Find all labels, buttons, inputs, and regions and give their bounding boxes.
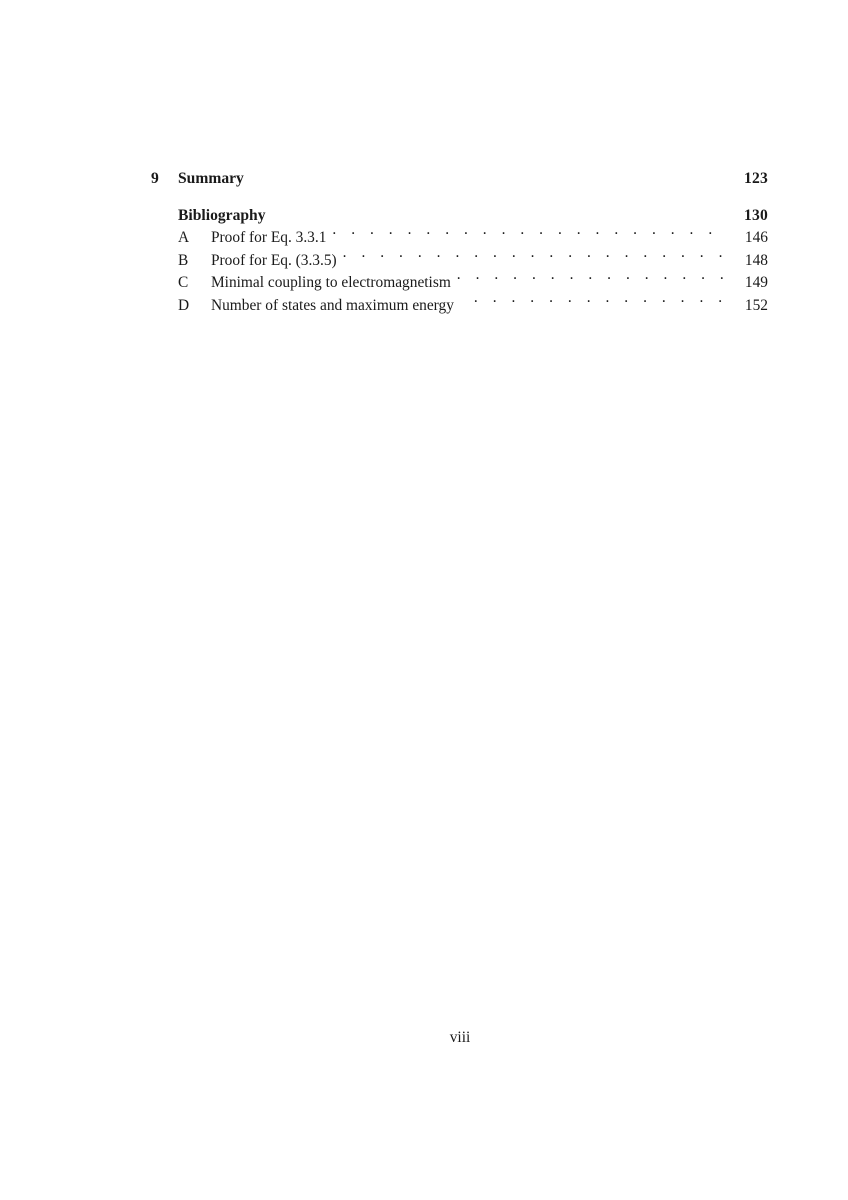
dot-leader [474, 294, 725, 309]
appendix-page-number: 148 [744, 251, 768, 269]
appendix-letter: A [178, 229, 190, 247]
appendix-letter: B [178, 251, 189, 269]
folio-number: viii [449, 1029, 471, 1046]
appendix-title: Proof for Eq. 3.3.1 [211, 229, 327, 247]
chapter-number: 9 [151, 170, 159, 187]
document-page: 9 Summary 123 Bibliography 130 A Proof f… [0, 0, 848, 1200]
dot-leader [332, 227, 725, 242]
chapter-page-number: 123 [744, 170, 768, 187]
appendix-letter: D [178, 296, 190, 314]
dot-leader [343, 249, 725, 264]
toc-entry-appendix-a[interactable]: A Proof for Eq. 3.3.1 146 [151, 227, 768, 249]
toc-entry-bibliography[interactable]: Bibliography 130 [151, 205, 768, 227]
toc-entry-chapter[interactable]: 9 Summary 123 [151, 168, 768, 190]
table-of-contents: 9 Summary 123 Bibliography 130 A Proof f… [151, 168, 768, 317]
toc-entry-appendix-c[interactable]: C Minimal coupling to electromagnetism 1… [151, 272, 768, 294]
appendix-title: Minimal coupling to electromagnetism [211, 274, 451, 292]
appendix-letter: C [178, 274, 189, 292]
bibliography-page-number: 130 [744, 207, 768, 224]
appendix-title: Proof for Eq. (3.3.5) [211, 251, 337, 269]
toc-entry-appendix-d[interactable]: D Number of states and maximum energy 15… [151, 294, 768, 316]
chapter-title: Summary [178, 170, 244, 187]
toc-entry-appendix-b[interactable]: B Proof for Eq. (3.3.5) 148 [151, 249, 768, 271]
appendix-page-number: 152 [744, 296, 768, 314]
bibliography-title: Bibliography [178, 207, 266, 224]
appendix-page-number: 146 [744, 229, 768, 247]
appendix-title: Number of states and maximum energy [211, 296, 454, 314]
dot-leader [457, 272, 725, 287]
appendix-page-number: 149 [744, 274, 768, 292]
page-folio: viii [0, 1029, 848, 1047]
